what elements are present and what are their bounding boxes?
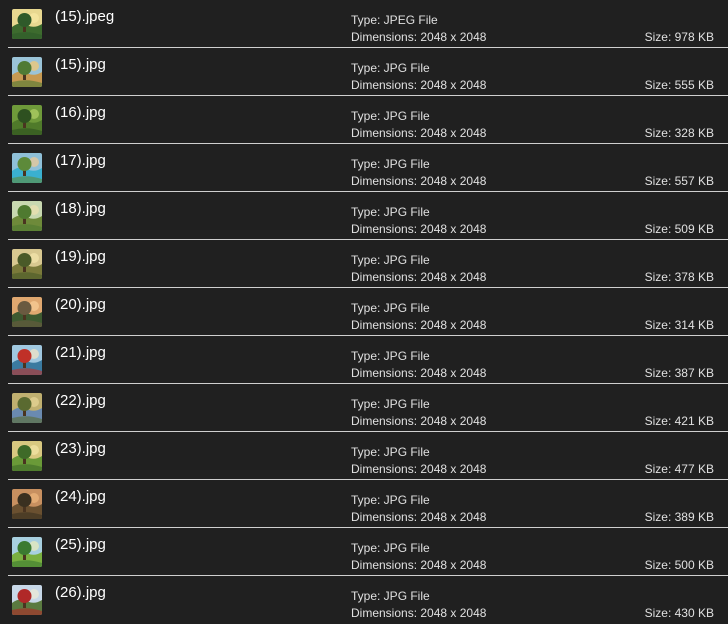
file-size: Size: 421 KB — [644, 414, 714, 428]
file-row[interactable]: (17).jpg Type: JPG File Dimensions: 2048 x… — [0, 144, 728, 192]
file-dimensions: Dimensions: 2048 x 2048 — [351, 606, 487, 620]
file-dimensions: Dimensions: 2048 x 2048 — [351, 30, 487, 44]
dusk-tree-thumbnail-icon — [12, 489, 42, 519]
file-type: Type: JPG File — [351, 589, 430, 603]
file-dimensions: Dimensions: 2048 x 2048 — [351, 510, 487, 524]
file-size: Size: 978 KB — [644, 30, 714, 44]
file-name: (16).jpg — [55, 104, 106, 121]
file-size: Size: 557 KB — [644, 174, 714, 188]
file-dimensions: Dimensions: 2048 x 2048 — [351, 318, 487, 332]
sunset-valley-thumbnail-icon — [12, 297, 42, 327]
file-dimensions: Dimensions: 2048 x 2048 — [351, 558, 487, 572]
file-type: Type: JPG File — [351, 541, 430, 555]
sunlit-forest-path-thumbnail-icon — [12, 9, 42, 39]
file-list: (15).jpeg Type: JPEG File Dimensions: 2048… — [0, 0, 728, 624]
file-dimensions: Dimensions: 2048 x 2048 — [351, 174, 487, 188]
file-type: Type: JPG File — [351, 349, 430, 363]
file-type: Type: JPG File — [351, 157, 430, 171]
meadow-tree-thumbnail-icon — [12, 441, 42, 471]
file-size: Size: 477 KB — [644, 462, 714, 476]
file-row[interactable]: (18).jpg Type: JPG File Dimensions: 2048 x… — [0, 192, 728, 240]
file-type: Type: JPG File — [351, 109, 430, 123]
cottage-landscape-thumbnail-icon — [12, 57, 42, 87]
file-type: Type: JPEG File — [351, 13, 438, 27]
file-dimensions: Dimensions: 2048 x 2048 — [351, 126, 487, 140]
file-size: Size: 389 KB — [644, 510, 714, 524]
file-row[interactable]: (22).jpg Type: JPG File Dimensions: 2048 x… — [0, 384, 728, 432]
file-name: (23).jpg — [55, 440, 106, 457]
file-size: Size: 555 KB — [644, 78, 714, 92]
file-name: (17).jpg — [55, 152, 106, 169]
file-name: (18).jpg — [55, 200, 106, 217]
file-dimensions: Dimensions: 2048 x 2048 — [351, 270, 487, 284]
file-row[interactable]: (25).jpg Type: JPG File Dimensions: 2048 x… — [0, 528, 728, 576]
file-name: (19).jpg — [55, 248, 106, 265]
file-row[interactable]: (23).jpg Type: JPG File Dimensions: 2048 x… — [0, 432, 728, 480]
file-name: (15).jpeg — [55, 8, 115, 25]
file-name: (20).jpg — [55, 296, 106, 313]
file-row[interactable]: (20).jpg Type: JPG File Dimensions: 2048 x… — [0, 288, 728, 336]
red-bridge-thumbnail-icon — [12, 345, 42, 375]
stream-forest-thumbnail-icon — [12, 393, 42, 423]
file-row[interactable]: (26).jpg Type: JPG File Dimensions: 2048 x… — [0, 576, 728, 624]
house-pool-thumbnail-icon — [12, 153, 42, 183]
file-size: Size: 387 KB — [644, 366, 714, 380]
file-size: Size: 509 KB — [644, 222, 714, 236]
file-type: Type: JPG File — [351, 397, 430, 411]
lone-tree-thumbnail-icon — [12, 201, 42, 231]
file-dimensions: Dimensions: 2048 x 2048 — [351, 78, 487, 92]
file-row[interactable]: (16).jpg Type: JPG File Dimensions: 2048 x… — [0, 96, 728, 144]
file-dimensions: Dimensions: 2048 x 2048 — [351, 414, 487, 428]
forest-trees-thumbnail-icon — [12, 105, 42, 135]
file-type: Type: JPG File — [351, 61, 430, 75]
file-type: Type: JPG File — [351, 493, 430, 507]
file-dimensions: Dimensions: 2048 x 2048 — [351, 462, 487, 476]
green-hills-thumbnail-icon — [12, 537, 42, 567]
file-row[interactable]: (15).jpeg Type: JPEG File Dimensions: 2048… — [0, 0, 728, 48]
file-dimensions: Dimensions: 2048 x 2048 — [351, 222, 487, 236]
file-type: Type: JPG File — [351, 445, 430, 459]
file-row[interactable]: (15).jpg Type: JPG File Dimensions: 2048 x… — [0, 48, 728, 96]
file-type: Type: JPG File — [351, 253, 430, 267]
file-dimensions: Dimensions: 2048 x 2048 — [351, 366, 487, 380]
file-name: (15).jpg — [55, 56, 106, 73]
file-size: Size: 500 KB — [644, 558, 714, 572]
file-row[interactable]: (21).jpg Type: JPG File Dimensions: 2048 x… — [0, 336, 728, 384]
file-name: (22).jpg — [55, 392, 106, 409]
file-name: (24).jpg — [55, 488, 106, 505]
red-tree-thumbnail-icon — [12, 585, 42, 615]
file-name: (26).jpg — [55, 584, 106, 601]
misty-forest-thumbnail-icon — [12, 249, 42, 279]
file-name: (25).jpg — [55, 536, 106, 553]
file-size: Size: 314 KB — [644, 318, 714, 332]
file-row[interactable]: (19).jpg Type: JPG File Dimensions: 2048 x… — [0, 240, 728, 288]
file-name: (21).jpg — [55, 344, 106, 361]
file-size: Size: 378 KB — [644, 270, 714, 284]
file-type: Type: JPG File — [351, 205, 430, 219]
file-size: Size: 430 KB — [644, 606, 714, 620]
file-size: Size: 328 KB — [644, 126, 714, 140]
file-row[interactable]: (24).jpg Type: JPG File Dimensions: 2048 x… — [0, 480, 728, 528]
file-type: Type: JPG File — [351, 301, 430, 315]
